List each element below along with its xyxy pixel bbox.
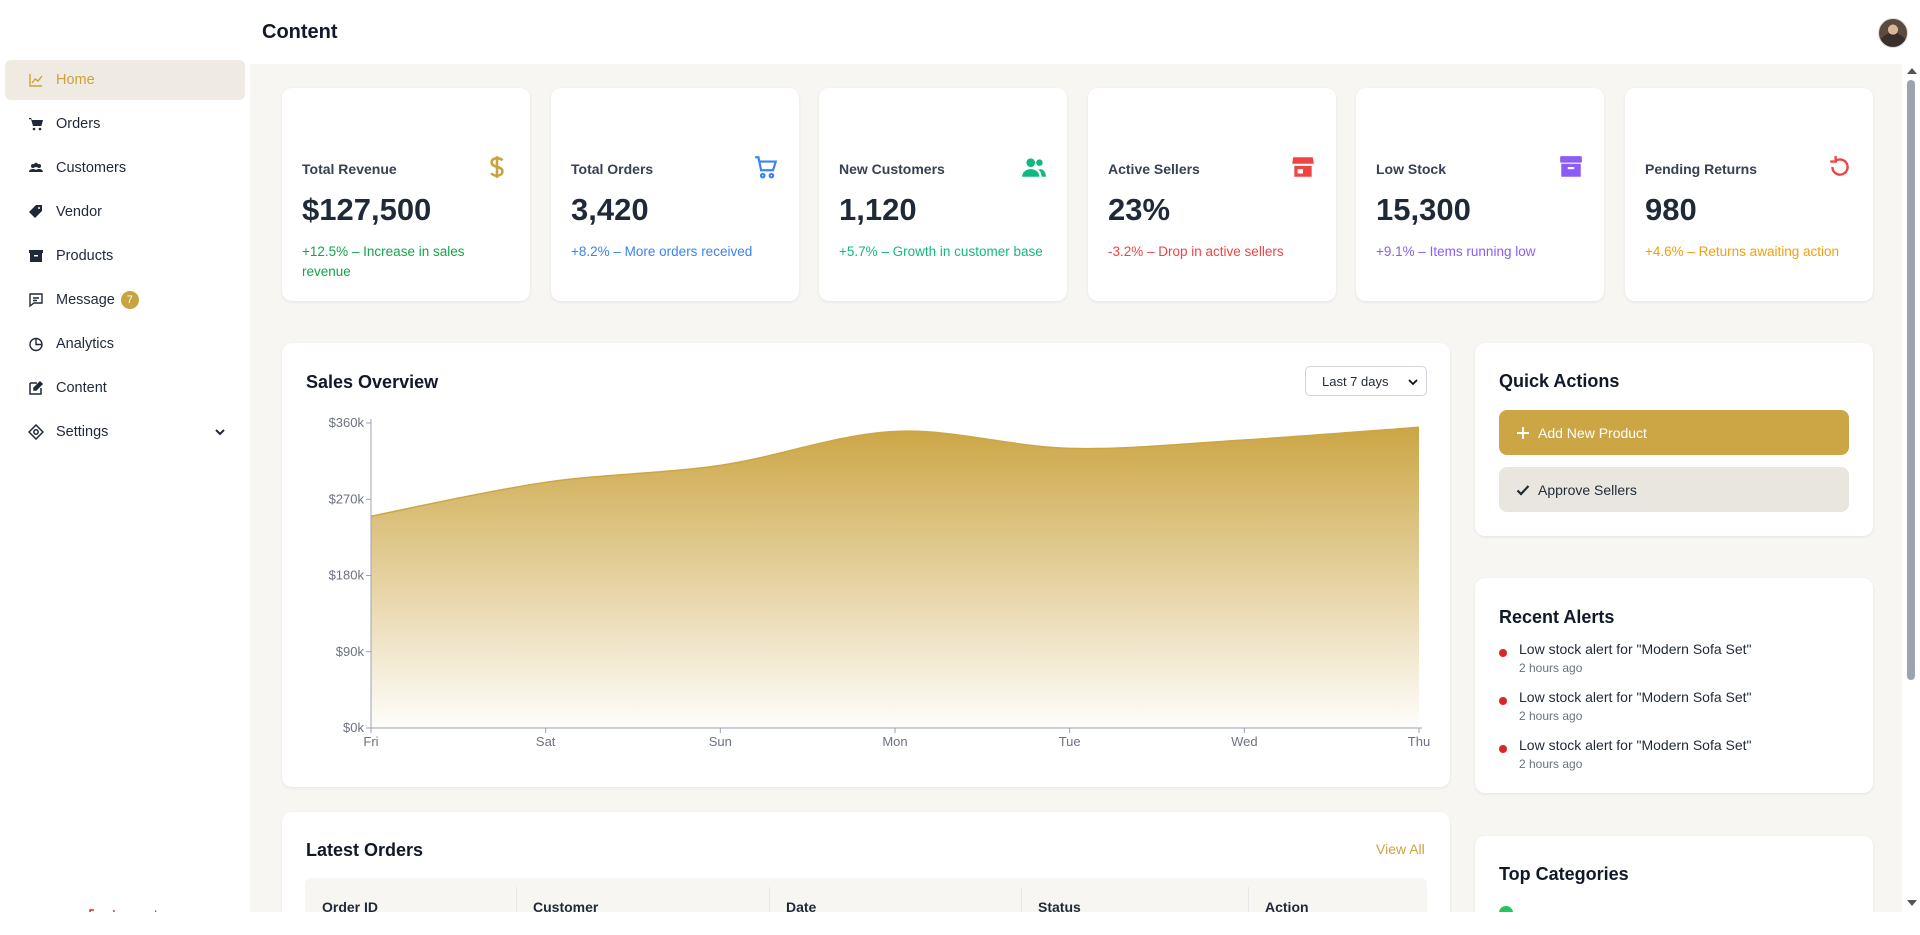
scrollbar-thumb[interactable]	[1907, 80, 1915, 680]
stat-label: Total Revenue	[302, 161, 397, 177]
alert-text: Low stock alert for "Modern Sofa Set"	[1519, 737, 1752, 753]
sidebar-item-message[interactable]: Message 7	[5, 280, 245, 320]
alert-time: 2 hours ago	[1519, 661, 1583, 675]
sidebar-item-label: Vendor	[56, 204, 102, 220]
chart-line-icon	[28, 72, 44, 88]
stat-change: +8.2% – More orders received	[571, 244, 753, 259]
sidebar-item-label: Orders	[56, 116, 101, 132]
stat-card-low-stock: Low Stock 15,300 +9.1% – Items running l…	[1356, 88, 1604, 301]
column-divider	[769, 887, 770, 913]
bottom-strip	[0, 912, 1920, 935]
top-bar: Content	[0, 0, 1920, 64]
page-title: Content	[262, 21, 338, 43]
message-icon	[28, 292, 44, 308]
stat-label: Low Stock	[1376, 161, 1447, 177]
alert-text: Low stock alert for "Modern Sofa Set"	[1519, 689, 1752, 705]
top-categories-title: Top Categories	[1499, 864, 1629, 884]
plus-icon	[1517, 426, 1529, 439]
box-icon	[28, 248, 44, 264]
sidebar-item-customers[interactable]: Customers	[5, 148, 245, 188]
archive-icon	[1560, 156, 1582, 177]
approve-sellers-label: Approve Sellers	[1538, 481, 1637, 498]
column-divider	[1248, 887, 1249, 913]
stat-label: New Customers	[839, 161, 945, 177]
column-divider	[1021, 887, 1022, 913]
check-icon	[1516, 484, 1530, 496]
stat-value: 23%	[1108, 192, 1171, 227]
sidebar-item-label: Home	[56, 72, 95, 88]
stat-change: -3.2% – Drop in active sellers	[1108, 244, 1284, 259]
alert-time: 2 hours ago	[1519, 757, 1583, 771]
scroll-up-arrow-icon[interactable]	[1907, 68, 1917, 74]
stat-change: +5.7% – Growth in customer base	[839, 244, 1043, 259]
sidebar-item-products[interactable]: Products	[5, 236, 245, 276]
stat-change: +12.5% – Increase in sales revenue	[302, 244, 465, 279]
alert-dot	[1499, 745, 1507, 753]
sidebar-item-vendor[interactable]: Vendor	[5, 192, 245, 232]
stat-value: 980	[1645, 192, 1697, 227]
alert-text: Low stock alert for "Modern Sofa Set"	[1519, 641, 1752, 657]
alert-dot	[1499, 649, 1507, 657]
column-divider	[516, 887, 517, 913]
sidebar-item-label: Settings	[56, 424, 109, 440]
edit-icon	[28, 380, 44, 396]
sales-overview-title: Sales Overview	[306, 372, 439, 392]
stat-value: 3,420	[571, 192, 649, 227]
stat-change: +4.6% – Returns awaiting action	[1645, 244, 1839, 259]
date-range-value: Last 7 days	[1322, 373, 1389, 389]
refresh-icon	[1830, 156, 1849, 176]
sidebar-item-settings[interactable]: Settings	[5, 412, 245, 452]
users-icon	[1022, 158, 1046, 177]
sidebar-item-label: Content	[56, 380, 107, 396]
sales-overview-panel	[282, 343, 1450, 787]
stat-label: Pending Returns	[1645, 161, 1758, 177]
add-new-product-button[interactable]: Add New Product	[1499, 410, 1849, 455]
stat-value: 1,120	[839, 192, 917, 227]
stat-card-sellers: Active Sellers 23% -3.2% – Drop in activ…	[1088, 88, 1336, 301]
stat-label: Active Sellers	[1108, 161, 1200, 177]
stat-value: 15,300	[1376, 192, 1471, 227]
stat-value: $127,500	[302, 192, 432, 227]
sidebar-item-content[interactable]: Content	[5, 368, 245, 408]
stat-card-returns: Pending Returns 980 +4.6% – Returns awai…	[1625, 88, 1873, 301]
recent-alerts-title: Recent Alerts	[1499, 607, 1615, 627]
orders-table-header	[305, 878, 1427, 912]
chevron-down-icon	[1408, 379, 1418, 386]
sidebar-item-orders[interactable]: Orders	[5, 104, 245, 144]
sidebar-item-home[interactable]: Home	[5, 60, 245, 100]
sidebar: Home Orders Customers Vendor Products Me…	[0, 54, 250, 924]
stat-card-orders: Total Orders 3,420 +8.2% – More orders r…	[551, 88, 799, 301]
pie-chart-icon	[28, 336, 44, 352]
cart-icon	[755, 156, 778, 179]
sidebar-item-label: Analytics	[56, 336, 115, 352]
add-new-product-label: Add New Product	[1538, 424, 1647, 441]
stat-label: Total Orders	[571, 161, 654, 177]
scroll-down-arrow-icon[interactable]	[1907, 900, 1917, 906]
stat-change: +9.1% – Items running low	[1376, 244, 1536, 259]
store-icon	[1292, 157, 1314, 177]
alert-time: 2 hours ago	[1519, 709, 1583, 723]
date-range-select[interactable]: Last 7 days	[1305, 366, 1427, 396]
message-count-badge: 7	[120, 291, 139, 309]
approve-sellers-button[interactable]: Approve Sellers	[1499, 467, 1849, 512]
settings-icon	[28, 424, 44, 440]
sidebar-item-analytics[interactable]: Analytics	[5, 324, 245, 364]
stat-card-revenue: Total Revenue $127,500 +12.5% – Increase…	[282, 88, 530, 301]
sidebar-item-label: Products	[56, 248, 114, 264]
dollar-icon	[490, 156, 504, 178]
alert-dot	[1499, 697, 1507, 705]
cart-icon	[28, 116, 44, 132]
chevron-down-icon[interactable]	[213, 425, 227, 439]
quick-actions-title: Quick Actions	[1499, 371, 1620, 391]
sidebar-item-label: Message	[56, 292, 115, 308]
tag-icon	[28, 204, 44, 220]
sidebar-item-label: Customers	[56, 160, 127, 176]
users-icon	[28, 160, 44, 176]
latest-orders-title: Latest Orders	[306, 840, 424, 860]
stat-card-customers: New Customers 1,120 +5.7% – Growth in cu…	[819, 88, 1067, 301]
avatar[interactable]	[1878, 18, 1908, 48]
view-all-link[interactable]: View All	[1376, 841, 1425, 857]
